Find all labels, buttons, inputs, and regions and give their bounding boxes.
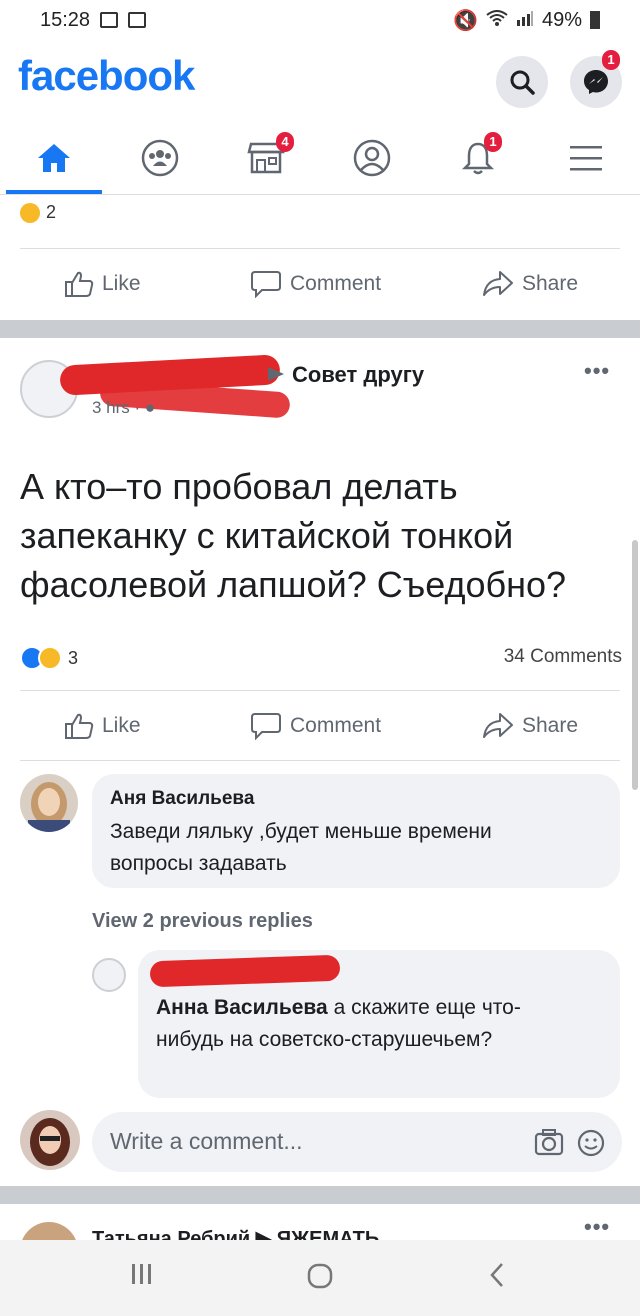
divider xyxy=(20,760,620,761)
reaction-count: 3 xyxy=(68,647,79,668)
messenger-badge: 1 xyxy=(602,50,620,70)
back-icon[interactable] xyxy=(488,1262,506,1295)
messenger-button[interactable]: 1 xyxy=(570,50,622,108)
comment-author[interactable]: Аня Васильева xyxy=(110,788,254,810)
profile-icon xyxy=(353,139,391,177)
mail-notification-icon xyxy=(128,12,147,28)
scrollbar[interactable] xyxy=(632,540,638,790)
tab-bar: 4 1 xyxy=(0,120,640,195)
tab-groups[interactable] xyxy=(130,132,190,184)
divider xyxy=(20,690,620,691)
post-actions: Like Comment Share xyxy=(0,702,640,752)
group-name[interactable]: Совет другу xyxy=(292,362,424,388)
like-button[interactable]: Like xyxy=(64,270,141,298)
reply-mention[interactable]: Анна Васильева xyxy=(156,996,328,1019)
app-header: facebook 1 xyxy=(0,44,640,114)
feed-separator xyxy=(0,1186,640,1204)
reply-text: Анна Васильева а скажите еще что-нибудь … xyxy=(156,996,521,1051)
facebook-logo[interactable]: facebook xyxy=(18,52,195,100)
status-time: 15:28 xyxy=(40,8,91,31)
divider xyxy=(20,248,620,249)
messenger-icon xyxy=(584,70,608,94)
share-arrow-icon xyxy=(483,713,513,738)
notifications-badge: 1 xyxy=(484,132,502,152)
search-icon xyxy=(510,70,535,95)
post-text: А кто–то пробовал делать запеканку с кит… xyxy=(20,466,567,605)
system-nav-bar xyxy=(0,1240,640,1316)
battery-level: 49% xyxy=(541,8,582,31)
share-button[interactable]: Share xyxy=(482,712,578,740)
globe-icon: · ● xyxy=(134,398,156,417)
prev-post-actions: Like Comment Share xyxy=(0,260,640,310)
search-button[interactable] xyxy=(496,56,548,108)
reply-bubble[interactable]: Анна Васильева а скажите еще что-нибудь … xyxy=(138,950,620,1098)
comment-button[interactable]: Comment xyxy=(250,270,381,298)
write-comment-input[interactable]: Write a comment... xyxy=(92,1112,622,1172)
write-comment-placeholder: Write a comment... xyxy=(110,1128,303,1154)
mute-icon: 🔇 xyxy=(453,9,478,32)
prev-post-reactions[interactable]: 2 xyxy=(20,202,56,223)
triangle-arrow-icon xyxy=(268,367,284,381)
share-arrow-icon xyxy=(483,271,513,296)
recent-apps-icon[interactable] xyxy=(130,1262,152,1293)
next-post-header[interactable]: Татьяна Ребрий ▶ ЯЖЕМАТЬ xyxy=(92,1226,379,1240)
comments-count[interactable]: 34 Comments xyxy=(504,646,622,668)
tab-notifications[interactable]: 1 xyxy=(448,132,508,184)
next-post-more-options[interactable]: ••• xyxy=(584,1214,610,1240)
emoji-icon[interactable] xyxy=(576,1128,606,1158)
haha-reaction-icon xyxy=(38,646,62,670)
next-post-peek: Татьяна Ребрий ▶ ЯЖЕМАТЬ ••• xyxy=(0,1204,640,1240)
signal-icon xyxy=(516,9,534,32)
tab-home[interactable] xyxy=(24,132,84,184)
current-user-avatar xyxy=(20,1110,80,1170)
post-reactions[interactable]: 3 xyxy=(20,646,78,670)
thumbs-up-icon xyxy=(65,271,94,297)
prev-reaction-count: 2 xyxy=(46,202,57,222)
hamburger-menu-icon xyxy=(570,146,602,171)
camera-icon[interactable] xyxy=(534,1128,564,1156)
post-more-options[interactable]: ••• xyxy=(584,358,610,384)
comment-icon xyxy=(251,713,281,740)
tab-marketplace[interactable]: 4 xyxy=(236,132,296,184)
haha-reaction-icon xyxy=(20,202,40,223)
comment-button[interactable]: Comment xyxy=(250,712,381,740)
next-post-avatar[interactable] xyxy=(20,1222,78,1240)
tab-menu[interactable] xyxy=(556,132,616,184)
home-icon xyxy=(38,144,70,172)
comment-text: Заведи ляльку ,будет меньше времени вопр… xyxy=(110,820,492,875)
wifi-icon xyxy=(486,9,508,32)
home-system-icon[interactable] xyxy=(306,1262,334,1297)
gallery-notification-icon xyxy=(100,12,119,28)
redaction-mark xyxy=(149,954,341,988)
comment-bubble[interactable]: Аня Васильева Заведи ляльку ,будет меньш… xyxy=(92,774,620,888)
comment-icon xyxy=(251,271,281,298)
battery-icon xyxy=(590,11,600,29)
thumbs-up-icon xyxy=(65,713,94,739)
tab-profile[interactable] xyxy=(342,132,402,184)
active-tab-indicator xyxy=(6,190,102,194)
groups-icon xyxy=(141,139,179,177)
post-timestamp[interactable]: 3 hrs · ● xyxy=(92,398,155,418)
share-button[interactable]: Share xyxy=(482,270,578,298)
feed-separator xyxy=(0,320,640,338)
view-previous-replies-link[interactable]: View 2 previous replies xyxy=(92,910,313,933)
marketplace-badge: 4 xyxy=(276,132,294,152)
reply-author-avatar[interactable] xyxy=(92,958,126,992)
status-bar: 15:28 🔇 49% xyxy=(0,0,640,40)
commenter-avatar[interactable] xyxy=(20,774,78,832)
like-button[interactable]: Like xyxy=(64,712,141,740)
